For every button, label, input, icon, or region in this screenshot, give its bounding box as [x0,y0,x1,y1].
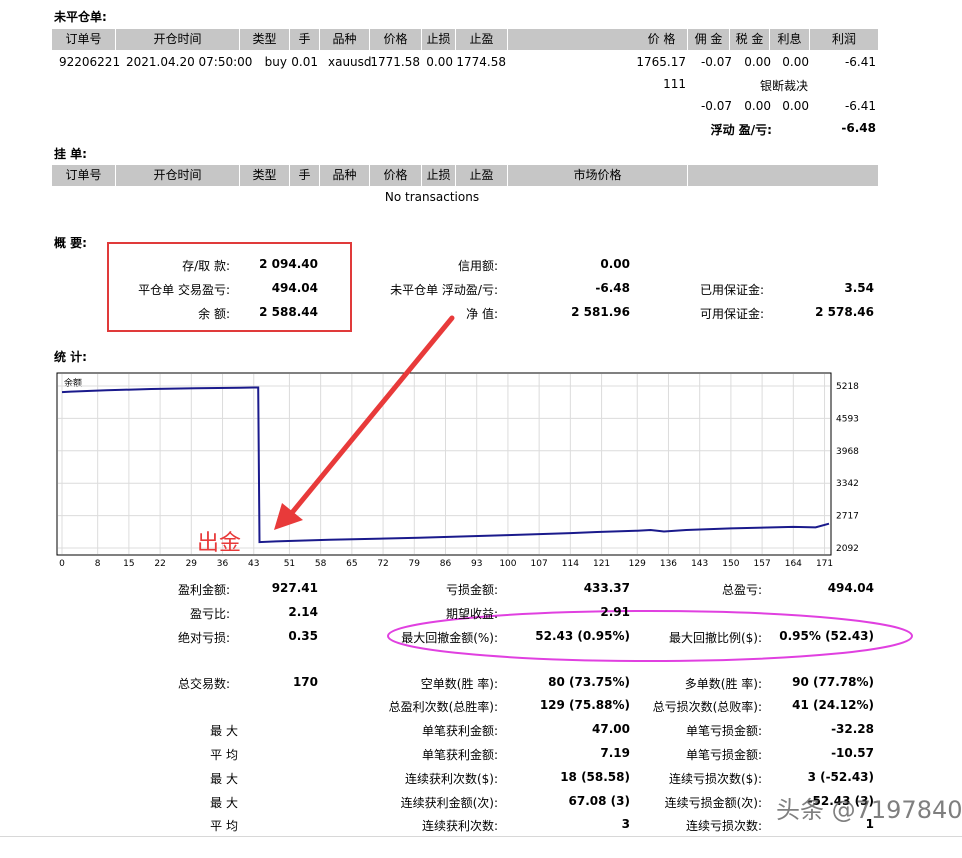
row-avg-1: 平 均 [210,748,238,762]
profit-factor-label: 盈亏比: [189,607,230,621]
cons-loss-label: 连续亏损金额(次): [664,796,762,810]
cons-wins-label: 连续获利次数($): [404,772,498,786]
avg-loss-value: -10.57 [831,746,874,760]
withdraw-arrow-shaft [283,315,455,523]
max-dd-value: 52.43 (0.95%) [535,629,630,643]
bottom-divider [0,836,962,837]
row-avg-2: 平 均 [210,819,238,833]
short-label: 空单数(胜 率): [420,677,498,691]
expected-value: 2.91 [600,605,630,619]
cons-profit-value: 67.08 (3) [568,794,630,808]
avg-win-value: 7.19 [600,746,630,760]
total-trades-label: 总交易数: [177,677,230,691]
cons-profit-label: 连续获利金额(次): [400,796,498,810]
withdraw-label: 出金 [197,531,242,556]
profit-factor-value: 2.14 [288,605,318,619]
expected-label: 期望收益: [445,607,498,621]
long-value: 90 (77.78%) [792,675,874,689]
gross-profit-value: 927.41 [271,581,318,595]
gross-loss-label: 亏损金额: [445,583,498,597]
total-net-label: 总盈亏: [721,583,762,597]
gross-loss-value: 433.37 [583,581,630,595]
cons-losses-value: 3 (-52.43) [807,770,874,784]
loss-count-label: 总亏损次数(总败率): [652,700,762,714]
avg-loss-label: 单笔亏损金额: [685,748,762,762]
largest-win-value: 47.00 [592,722,630,736]
row-max-1: 最 大 [210,724,238,738]
cons-wins-value: 18 (58.58) [560,770,630,784]
largest-loss-label: 单笔亏损金额: [685,724,762,738]
max-dd-label: 最大回撤金额(%): [401,631,498,645]
max-dd-rel-label: 最大回撤比例($): [668,631,762,645]
avg-cons-wins-value: 3 [621,817,630,831]
win-count-label: 总盈利次数(总胜率): [388,700,498,714]
total-trades-value: 170 [292,675,318,689]
max-dd-rel-value: 0.95% (52.43) [779,629,874,643]
short-value: 80 (73.75%) [548,675,630,689]
avg-cons-wins-label: 连续获利次数: [421,819,498,833]
abs-dd-value: 0.35 [288,629,318,643]
watermark: 头条 @7197840 [776,796,962,824]
abs-dd-label: 绝对亏损: [177,631,230,645]
largest-loss-value: -32.28 [831,722,874,736]
long-label: 多单数(胜 率): [684,677,762,691]
gross-profit-label: 盈利金额: [177,583,230,597]
row-max-3: 最 大 [210,796,238,810]
cons-losses-label: 连续亏损次数($): [668,772,762,786]
avg-win-label: 单笔获利金额: [421,748,498,762]
row-max-2: 最 大 [210,772,238,786]
win-count-value: 129 (75.88%) [539,698,630,712]
largest-win-label: 单笔获利金额: [421,724,498,738]
total-net-value: 494.04 [827,581,874,595]
loss-count-value: 41 (24.12%) [792,698,874,712]
avg-cons-losses-label: 连续亏损次数: [685,819,762,833]
